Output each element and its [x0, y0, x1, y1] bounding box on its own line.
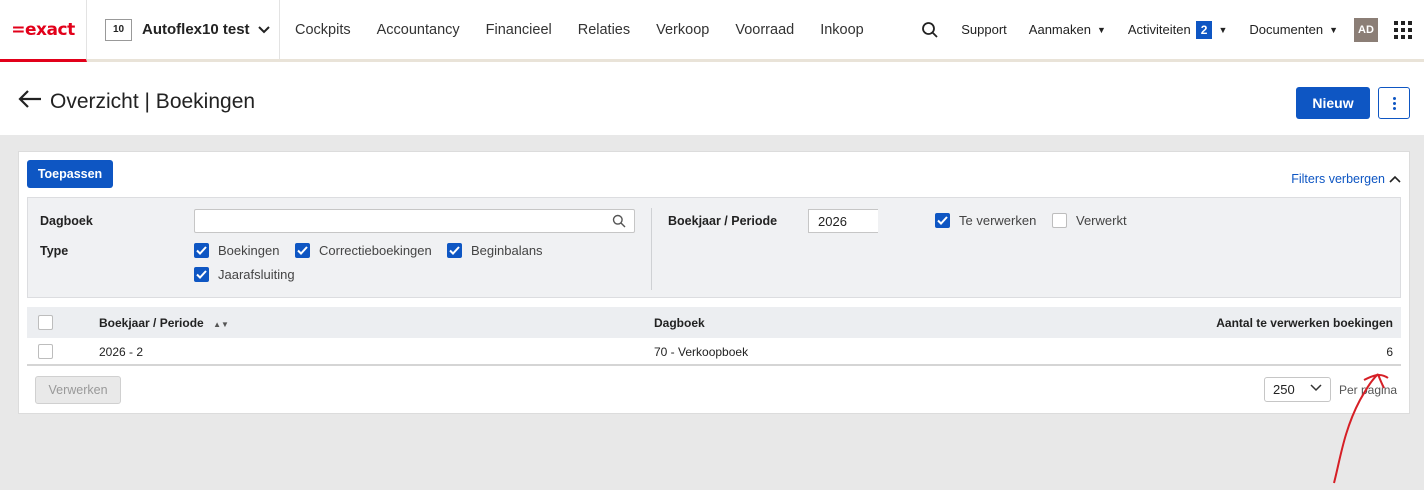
column-header-count[interactable]: Aantal te verwerken boekingen [1216, 316, 1393, 330]
process-button[interactable]: Verwerken [35, 376, 121, 404]
hide-filters-link[interactable]: Filters verbergen [1291, 172, 1401, 186]
sort-icon[interactable]: ▲▼ [213, 320, 229, 329]
menu-item-inkoop[interactable]: Inkoop [820, 22, 864, 38]
checkbox-label: Jaarafsluiting [218, 267, 295, 282]
content-panel: Toepassen Filters verbergen Dagboek Type… [18, 151, 1410, 414]
caret-down-icon: ▼ [1218, 24, 1228, 35]
check-icon [196, 246, 207, 255]
page-size-value: 250 [1273, 382, 1295, 397]
filter-area: Dagboek Type Boekingen Correctieboekinge… [27, 197, 1401, 298]
row-checkbox[interactable] [38, 344, 53, 359]
create-menu[interactable]: Aanmaken ▼ [1029, 22, 1106, 37]
checkbox-label: Verwerkt [1076, 213, 1127, 228]
support-link[interactable]: Support [961, 22, 1007, 37]
check-icon [196, 270, 207, 279]
documents-menu[interactable]: Documenten ▼ [1249, 22, 1338, 37]
menu-item-verkoop[interactable]: Verkoop [656, 22, 709, 38]
checkbox-label: Boekingen [218, 243, 280, 258]
cell-journal: 70 - Verkoopboek [654, 345, 749, 359]
year-period-label: Boekjaar / Periode [668, 214, 778, 228]
documents-label: Documenten [1249, 22, 1324, 37]
checkbox-checked[interactable] [194, 243, 209, 258]
checkbox-checked[interactable] [194, 267, 209, 282]
apply-button[interactable]: Toepassen [27, 160, 113, 188]
menu-item-relaties[interactable]: Relaties [578, 22, 630, 38]
chevron-up-icon [1389, 175, 1401, 183]
logo-text: =exact [11, 19, 75, 40]
checkbox-checked[interactable] [447, 243, 462, 258]
column-header-journal[interactable]: Dagboek [654, 316, 705, 330]
journal-search-input[interactable] [194, 209, 635, 233]
create-label: Aanmaken [1028, 22, 1091, 37]
company-name: Autoflex10 test [142, 21, 250, 38]
checkbox-unchecked[interactable] [1052, 213, 1067, 228]
checkbox-boekingen[interactable]: Boekingen [194, 243, 279, 258]
cell-period: 2026 - 2 [99, 345, 144, 359]
main-menu: Cockpits Accountancy Financieel Relaties… [295, 0, 890, 59]
checkbox-beginbalans[interactable]: Beginbalans [447, 243, 543, 258]
checkbox-jaarafsluiting[interactable]: Jaarafsluiting [194, 267, 295, 282]
checkbox-checked[interactable] [935, 213, 950, 228]
column-header-period[interactable]: Boekjaar / Periode ▲▼ [99, 316, 229, 330]
check-icon [937, 216, 948, 225]
page-header: Overzicht | Boekingen Nieuw [0, 62, 1424, 135]
menu-item-cockpits[interactable]: Cockpits [295, 22, 351, 38]
checkbox-te-verwerken[interactable]: Te verwerken [935, 213, 1036, 228]
caret-down-icon: ▼ [1329, 24, 1338, 35]
more-options-button[interactable] [1378, 87, 1410, 119]
check-icon [297, 246, 308, 255]
checkbox-correctieboekingen[interactable]: Correctieboekingen [295, 243, 432, 258]
type-label: Type [40, 244, 69, 258]
activities-menu[interactable]: Activiteiten 2 ▼ [1127, 20, 1228, 39]
right-navigation: Support Aanmaken ▼ Activiteiten 2 ▼ Documen… [921, 0, 1424, 59]
hide-filters-label: Filters verbergen [1291, 172, 1385, 186]
activities-label: Activiteiten [1127, 22, 1191, 37]
checkbox-label: Beginbalans [471, 243, 543, 258]
menu-item-accountancy[interactable]: Accountancy [377, 22, 460, 38]
table-header: Boekjaar / Periode ▲▼ Dagboek Aantal te … [27, 307, 1401, 338]
filter-divider [651, 208, 652, 290]
cell-count: 6 [1386, 345, 1393, 359]
apps-grid-icon[interactable] [1394, 20, 1412, 39]
new-button[interactable]: Nieuw [1296, 87, 1370, 119]
table-row[interactable]: 2026 - 2 70 - Verkoopboek 6 [27, 338, 1401, 366]
menu-item-financieel[interactable]: Financieel [486, 22, 552, 38]
checkbox-label: Correctieboekingen [319, 243, 432, 258]
back-arrow-icon[interactable] [18, 89, 42, 109]
top-navigation: =exact 10 Autoflex10 test Cockpits Accou… [0, 0, 1424, 62]
search-icon[interactable] [612, 214, 626, 228]
column-header-label: Boekjaar / Periode [99, 316, 204, 330]
checkbox-label: Te verwerken [959, 213, 1037, 228]
checkbox-checked[interactable] [295, 243, 310, 258]
check-icon [449, 246, 460, 255]
menu-item-voorraad[interactable]: Voorraad [735, 22, 794, 38]
company-code: 10 [105, 18, 132, 41]
support-label: Support [961, 22, 1007, 37]
activities-badge: 2 [1195, 20, 1213, 39]
annotation-arrow [1333, 373, 1389, 484]
year-input[interactable]: 2026 [808, 209, 878, 233]
exact-logo[interactable]: =exact [0, 0, 87, 62]
checkbox-verwerkt[interactable]: Verwerkt [1052, 213, 1127, 228]
caret-down-icon: ▼ [1096, 24, 1106, 35]
select-all-checkbox[interactable] [38, 315, 53, 330]
user-avatar[interactable]: AD [1354, 17, 1378, 42]
search-icon[interactable] [921, 21, 939, 39]
company-selector[interactable]: 10 Autoflex10 test [88, 0, 280, 59]
journal-label: Dagboek [40, 214, 93, 228]
chevron-down-icon [257, 25, 270, 33]
page-title: Overzicht | Boekingen [50, 90, 256, 113]
